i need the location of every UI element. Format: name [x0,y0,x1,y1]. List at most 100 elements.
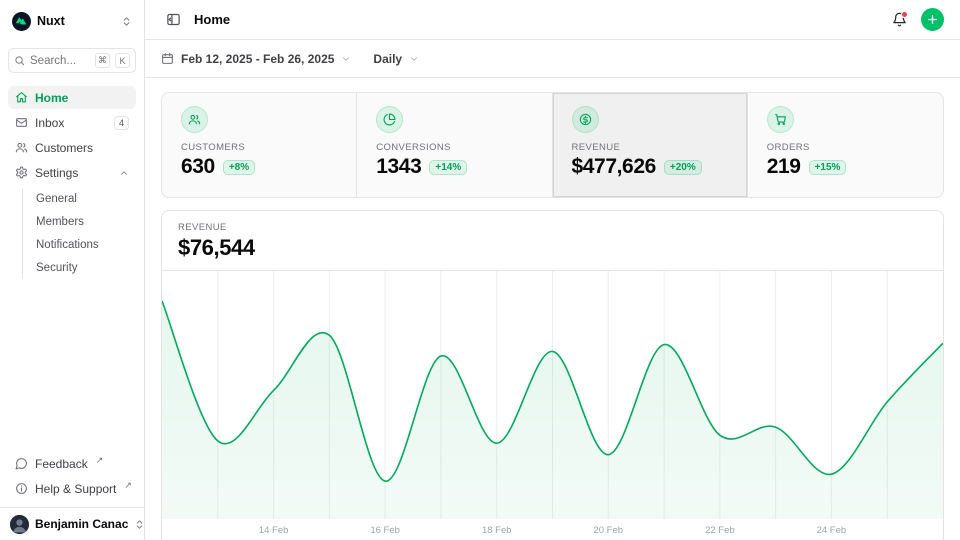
stat-value: 1343 [376,155,421,179]
user-menu[interactable]: Benjamin Canac [0,507,144,540]
users-icon [15,141,28,154]
chevron-down-icon [341,54,351,64]
kbd-meta: ⌘ [95,53,110,68]
sidebar-item-feedback[interactable]: Feedback ↗ [8,452,136,475]
x-tick: 14 Feb [259,525,289,536]
date-range-picker[interactable]: Feb 12, 2025 - Feb 26, 2025 [161,52,351,66]
sidebar-item-label: Inbox [35,116,64,130]
calendar-icon [161,52,174,65]
search-icon [14,55,25,66]
sidebar-item-label: General [36,193,77,205]
sidebar-item-label: Home [35,91,68,105]
chevron-up-down-icon [121,16,132,27]
stat-delta-badge: +20% [664,160,702,175]
users-icon [181,106,208,133]
sidebar-nav: Home Inbox 4 Customers Settings [8,86,136,278]
dollar-circle-icon [572,106,599,133]
avatar [10,515,29,534]
pie-chart-icon [376,106,403,133]
x-tick: 20 Feb [593,525,623,536]
x-tick: 24 Feb [817,525,847,536]
inbox-count-badge: 4 [114,116,129,130]
notification-dot [901,11,908,18]
info-circle-icon [15,482,28,495]
chart-svg [162,271,943,519]
stat-label: REVENUE [572,142,728,153]
top-actions [887,8,944,32]
sidebar-item-label: Customers [35,141,93,155]
nuxt-logo-icon [12,12,31,31]
external-link-icon: ↗ [96,455,104,466]
sidebar-item-general[interactable]: General [23,188,136,209]
sidebar-item-label: Settings [35,166,78,180]
x-tick: 16 Feb [370,525,400,536]
kbd-k: K [115,53,130,68]
chart-header: REVENUE $76,544 [162,211,943,271]
stat-card-conversions[interactable]: CONVERSIONS 1343 +14% [357,93,552,197]
panel-collapse-icon [166,12,181,27]
stat-card-revenue[interactable]: REVENUE $477,626 +20% [553,93,748,197]
inbox-icon [15,116,28,129]
chevron-up-down-icon [134,519,145,530]
chart-current-value: $76,544 [178,235,927,261]
granularity-select[interactable]: Daily [373,52,419,66]
main-area: Home Feb 12, 2 [145,0,960,540]
stat-delta-badge: +14% [429,160,467,175]
granularity-label: Daily [373,52,402,66]
stat-card-customers[interactable]: CUSTOMERS 630 +8% [162,93,357,197]
chevron-down-icon [409,54,419,64]
sidebar-item-settings[interactable]: Settings [8,161,136,184]
sidebar-item-inbox[interactable]: Inbox 4 [8,111,136,134]
workspace-switcher[interactable]: Nuxt [8,9,136,33]
sidebar-item-label: Security [36,262,78,274]
sidebar-item-customers[interactable]: Customers [8,136,136,159]
stat-label: ORDERS [767,142,924,153]
stat-value: 630 [181,155,215,179]
shopping-cart-icon [767,106,794,133]
home-icon [15,91,28,104]
stat-delta-badge: +8% [223,160,255,175]
stats-row: CUSTOMERS 630 +8% CONVERSIONS 1343 +14% [161,92,944,198]
content: CUSTOMERS 630 +8% CONVERSIONS 1343 +14% [145,78,960,540]
chart-x-axis: 14 Feb 16 Feb 18 Feb 20 Feb 22 Feb 24 Fe… [162,519,943,540]
stat-delta-badge: +15% [809,160,847,175]
sidebar-item-security[interactable]: Security [23,257,136,278]
stat-label: CONVERSIONS [376,142,532,153]
plus-icon [926,13,939,26]
brand-name: Nuxt [37,14,65,28]
add-button[interactable] [921,8,944,31]
search-input[interactable] [30,55,90,67]
notifications-button[interactable] [887,8,911,32]
sidebar: Nuxt ⌘ K Home Inbo [0,0,145,540]
stat-value: $477,626 [572,155,656,179]
x-tick: 22 Feb [705,525,735,536]
sidebar-item-label: Feedback [35,457,88,471]
gear-icon [15,166,28,179]
chart-title: REVENUE [178,222,927,233]
page-title: Home [194,12,230,27]
revenue-chart-panel: REVENUE $76,544 14 Feb 16 Feb 18 Feb 20 … [161,210,944,540]
stat-card-orders[interactable]: ORDERS 219 +15% [748,93,943,197]
settings-submenu: General Members Notifications Security [22,188,136,278]
search-box[interactable]: ⌘ K [8,48,136,73]
user-name: Benjamin Canac [35,517,128,531]
sidebar-item-label: Help & Support [35,482,116,496]
dashboard-page: Nuxt ⌘ K Home Inbo [0,0,960,540]
sidebar-item-notifications[interactable]: Notifications [23,234,136,255]
message-bubble-icon [15,457,28,470]
revenue-area-chart [162,271,943,519]
sidebar-item-label: Notifications [36,239,99,251]
sidebar-item-members[interactable]: Members [23,211,136,232]
sidebar-item-home[interactable]: Home [8,86,136,109]
sidebar-spacer [8,278,136,439]
sidebar-item-help-support[interactable]: Help & Support ↗ [8,477,136,500]
filter-toolbar: Feb 12, 2025 - Feb 26, 2025 Daily [145,40,960,78]
chevron-up-icon [119,168,129,178]
date-range-label: Feb 12, 2025 - Feb 26, 2025 [181,52,334,66]
x-tick: 18 Feb [482,525,512,536]
stat-label: CUSTOMERS [181,142,337,153]
external-link-icon: ↗ [124,480,132,491]
sidebar-item-label: Members [36,216,84,228]
collapse-sidebar-button[interactable] [161,8,185,32]
sidebar-footer-nav: Feedback ↗ Help & Support ↗ [8,452,136,500]
